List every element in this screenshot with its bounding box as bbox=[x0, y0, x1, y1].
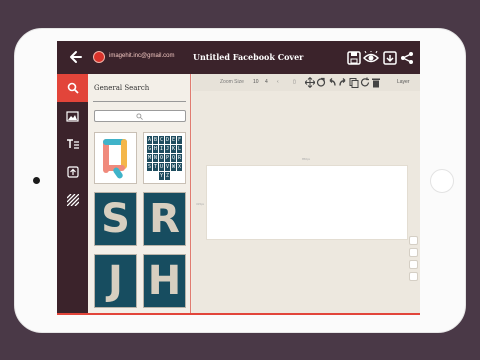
alphabet-letter: B bbox=[153, 136, 158, 144]
refresh-icon[interactable] bbox=[360, 77, 370, 88]
tile-letter: R bbox=[149, 196, 180, 242]
avatar[interactable] bbox=[93, 51, 105, 63]
step-value[interactable]: 4 bbox=[265, 79, 268, 85]
search-input[interactable] bbox=[94, 110, 186, 122]
thumbnail-tile-s[interactable]: S bbox=[94, 192, 137, 246]
trash-icon[interactable] bbox=[371, 77, 381, 88]
alphabet-letter: X bbox=[177, 163, 182, 171]
tile-letter: H bbox=[147, 258, 182, 304]
share-icon[interactable] bbox=[400, 51, 414, 65]
alphabet-letter: T bbox=[153, 163, 158, 171]
alphabet-letter: K bbox=[171, 145, 176, 153]
canvas-height-label: 315px bbox=[196, 202, 205, 206]
delete-layer-icon[interactable] bbox=[409, 272, 418, 281]
thumbnail-tile-r[interactable]: R bbox=[143, 192, 186, 246]
scroll-up-icon[interactable] bbox=[409, 236, 418, 245]
rotate-icon[interactable] bbox=[316, 77, 326, 88]
divider bbox=[93, 101, 186, 102]
stripes-icon bbox=[66, 194, 79, 206]
alphabet-letter: R bbox=[177, 154, 182, 162]
alphabet-letter: Z bbox=[165, 172, 170, 180]
rail-item-upload[interactable] bbox=[57, 158, 88, 186]
account-email[interactable]: imagehit.inc@gmail.com bbox=[109, 53, 174, 59]
alphabet-letter: D bbox=[165, 136, 170, 144]
app-screen: imagehit.inc@gmail.com Untitled Facebook… bbox=[57, 41, 420, 315]
alphabet-letter: E bbox=[171, 136, 176, 144]
thumbnail-tile-j[interactable]: J bbox=[94, 254, 137, 308]
download-icon[interactable] bbox=[383, 51, 397, 65]
tile-letter: J bbox=[108, 258, 123, 304]
alphabet-letter: Q bbox=[171, 154, 176, 162]
thumbnail-alphabet[interactable]: ABCDEF GHIJKL MNOPQR STUVWX YZ bbox=[143, 132, 186, 184]
search-icon bbox=[67, 82, 79, 94]
page-title: Untitled Facebook Cover bbox=[193, 52, 304, 62]
alphabet-letter: V bbox=[165, 163, 170, 171]
zoom-in-icon[interactable] bbox=[409, 248, 418, 257]
work-area: 850px 315px bbox=[192, 91, 420, 315]
alphabet-letter: M bbox=[147, 154, 152, 162]
zoom-value[interactable]: 10 bbox=[253, 79, 259, 85]
tile-letter: S bbox=[101, 196, 130, 242]
save-icon[interactable] bbox=[347, 51, 361, 65]
alphabet-letter: F bbox=[177, 136, 182, 144]
alphabet-letter: C bbox=[159, 136, 164, 144]
canvas-width-label: 850px bbox=[302, 157, 311, 161]
rail-item-background[interactable] bbox=[57, 186, 88, 214]
text-icon bbox=[66, 139, 79, 149]
upload-icon bbox=[66, 166, 79, 178]
fit-icon[interactable]: ▯ bbox=[293, 79, 296, 85]
photo-icon bbox=[66, 110, 79, 122]
copy-icon[interactable] bbox=[349, 77, 359, 88]
thumbnail-tile-h[interactable]: H bbox=[143, 254, 186, 308]
zoom-label: Zoom Size bbox=[220, 79, 244, 85]
alphabet-letter: A bbox=[147, 136, 152, 144]
alphabet-letter: W bbox=[171, 163, 176, 171]
alphabet-letter: U bbox=[159, 163, 164, 171]
alphabet-letter: S bbox=[147, 163, 152, 171]
chevron-left-icon[interactable]: ‹ bbox=[277, 79, 279, 85]
thumbnail-letter-q[interactable] bbox=[94, 132, 137, 184]
alphabet-grid: ABCDEF GHIJKL MNOPQR STUVWX YZ bbox=[147, 136, 184, 180]
canvas-toolbar: Zoom Size 10 4 ‹ ▯ Layer bbox=[192, 74, 420, 91]
letter-q-graphic bbox=[103, 139, 127, 179]
app-header: imagehit.inc@gmail.com Untitled Facebook… bbox=[57, 41, 420, 74]
alphabet-letter: L bbox=[177, 145, 182, 153]
redo-icon[interactable] bbox=[338, 77, 348, 88]
rail-item-text[interactable] bbox=[57, 130, 88, 158]
tool-rail bbox=[57, 74, 88, 315]
panel-title: General Search bbox=[94, 84, 150, 92]
back-arrow-icon[interactable] bbox=[69, 49, 83, 65]
undo-icon[interactable] bbox=[327, 77, 337, 88]
design-canvas[interactable] bbox=[206, 165, 408, 240]
alphabet-letter: J bbox=[165, 145, 170, 153]
rail-item-search[interactable] bbox=[57, 74, 88, 102]
alphabet-letter: P bbox=[165, 154, 170, 162]
layer-label[interactable]: Layer bbox=[397, 79, 410, 85]
alphabet-letter: G bbox=[147, 145, 152, 153]
home-button[interactable] bbox=[430, 169, 454, 193]
move-icon[interactable] bbox=[305, 77, 315, 88]
accent-bar bbox=[57, 313, 420, 315]
search-icon bbox=[136, 113, 143, 120]
rail-item-photos[interactable] bbox=[57, 102, 88, 130]
alphabet-letter: I bbox=[159, 145, 164, 153]
alphabet-letter: Y bbox=[159, 172, 164, 180]
search-panel: General Search ABCDEFGHIJKLMNOPQRSTUVWXY… bbox=[88, 74, 191, 315]
alphabet-letter: N bbox=[153, 154, 158, 162]
alphabet-letter: O bbox=[159, 154, 164, 162]
alphabet-letter: H bbox=[153, 145, 158, 153]
duplicate-icon[interactable] bbox=[409, 260, 418, 269]
camera-icon bbox=[33, 177, 40, 184]
preview-eye-icon[interactable] bbox=[363, 51, 379, 65]
